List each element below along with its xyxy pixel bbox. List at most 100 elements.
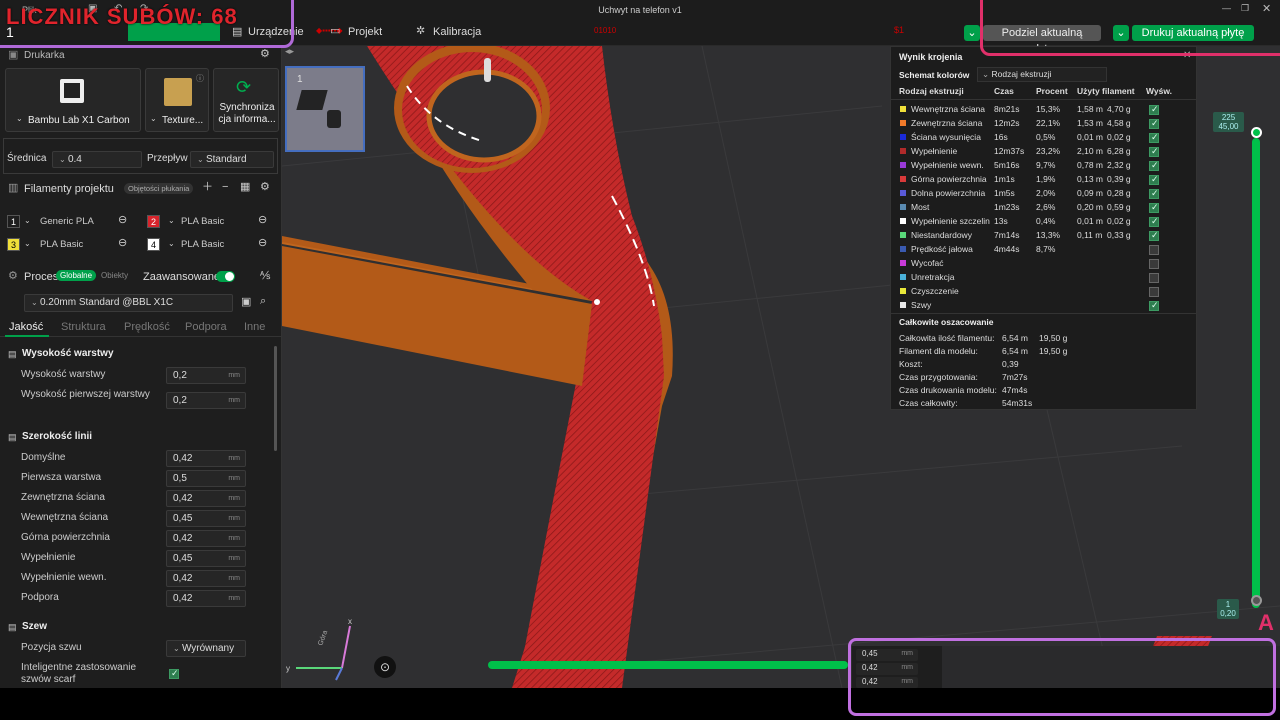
- line-width-first-layer-input[interactable]: 0,5 mm: [166, 470, 246, 487]
- visibility-checkbox[interactable]: [1149, 230, 1159, 241]
- visibility-checkbox[interactable]: [1149, 118, 1159, 129]
- tab-calibration[interactable]: Kalibracja: [433, 26, 481, 38]
- layer-slider-bottom-handle[interactable]: [1251, 595, 1262, 606]
- visibility-checkbox[interactable]: [1149, 287, 1159, 297]
- filament-num-4: 4: [147, 238, 160, 251]
- smart-scarf-checkbox[interactable]: [169, 668, 179, 679]
- camera-fit-icon[interactable]: ⊙: [374, 656, 396, 678]
- filament-name-2[interactable]: PLA Basic: [181, 216, 224, 227]
- tab-global[interactable]: Globalne: [56, 270, 97, 281]
- filament-settings-icon[interactable]: ⊖: [258, 215, 267, 226]
- tab-speed[interactable]: Prędkość: [124, 321, 170, 333]
- line-width-inner-wall-input[interactable]: 0,45 mm: [166, 510, 246, 527]
- move-slider-track[interactable]: [488, 661, 848, 669]
- color-scheme-select[interactable]: ⌄ Rodzaj ekstruzji: [977, 67, 1107, 82]
- visibility-checkbox[interactable]: [1149, 132, 1159, 143]
- flow-select[interactable]: ⌄ Standard: [190, 151, 274, 168]
- tab-objects[interactable]: Obiekty: [101, 271, 128, 280]
- slice-cell-wt: 0,59 g: [1107, 202, 1131, 212]
- add-icon[interactable]: ＋: [202, 182, 213, 193]
- slice-cell-time: 16s: [994, 132, 1008, 142]
- settings-icon[interactable]: ⚙: [260, 182, 270, 193]
- slice-cell-time: 5m16s: [994, 160, 1020, 170]
- process-icon: ⚙: [8, 270, 18, 282]
- visibility-checkbox[interactable]: [1149, 216, 1159, 227]
- line-width-default-input[interactable]: 0,42 mm: [166, 450, 246, 467]
- line-width-first-layer-label: Pierwsza warstwa: [21, 472, 102, 483]
- line-width-support-input[interactable]: 0,42 mm: [166, 590, 246, 607]
- layer-slider-track[interactable]: [1252, 138, 1260, 608]
- slice-cell-wt: 4,58 g: [1107, 118, 1131, 128]
- filament-settings-icon[interactable]: ⊖: [258, 238, 267, 249]
- tab-support[interactable]: Podpora: [185, 321, 227, 333]
- visibility-checkbox[interactable]: [1149, 259, 1159, 269]
- slice-cell-pct: 9,7%: [1036, 160, 1056, 170]
- nozzle-box: Średnica ⌄ 0.4 Przepływ ⌄ Standard: [3, 138, 278, 174]
- plate-thumbnail[interactable]: 1: [285, 66, 365, 152]
- visibility-checkbox[interactable]: [1149, 300, 1159, 311]
- tab-project[interactable]: Projekt: [348, 26, 382, 38]
- line-width-section: Szerokość linii: [22, 431, 93, 442]
- visibility-checkbox[interactable]: [1149, 160, 1159, 171]
- compare-icon[interactable]: ⅍: [260, 271, 270, 282]
- settings-icon[interactable]: ⚙: [260, 49, 270, 60]
- filament-settings-icon[interactable]: ⊖: [118, 238, 127, 249]
- line-width-top-surface-input[interactable]: 0,42 mm: [166, 530, 246, 547]
- divider: [891, 313, 1196, 314]
- sync-label: Synchroniza cja informa...: [218, 102, 276, 125]
- visibility-checkbox[interactable]: [1149, 245, 1159, 255]
- slice-result-title: Wynik krojenia: [899, 52, 963, 62]
- tab-structure[interactable]: Struktura: [61, 321, 106, 333]
- remove-icon[interactable]: −: [222, 182, 228, 193]
- slice-cell-time: 12m2s: [994, 118, 1020, 128]
- slice-cell-len: 0,78 m: [1077, 160, 1103, 170]
- search-icon[interactable]: ⌕: [260, 296, 266, 307]
- slice-cell-name: Ściana wysunięcia: [911, 132, 981, 142]
- diameter-label: Średnica: [7, 153, 47, 164]
- seam-position-select[interactable]: ⌄ Wyrównany: [166, 640, 246, 657]
- tab-quality[interactable]: Jakość: [9, 321, 43, 333]
- layer-height-input[interactable]: 0,2 mm: [166, 367, 246, 384]
- flush-volumes-button[interactable]: Objętości płukania: [124, 183, 194, 194]
- line-width-outer-wall-input[interactable]: 0,42 mm: [166, 490, 246, 507]
- color-swatch: [900, 274, 906, 280]
- profile-select[interactable]: ⌄ 0.20mm Standard @BBL X1C: [24, 294, 233, 312]
- line-width-infill-input[interactable]: 0,45 mm: [166, 550, 246, 567]
- filament-name-1[interactable]: Generic PLA: [40, 216, 94, 227]
- line-width-internal-infill-input[interactable]: 0,42 mm: [166, 570, 246, 587]
- scrollbar[interactable]: [274, 346, 277, 451]
- chevron-down-icon[interactable]: ⌄: [168, 216, 175, 225]
- chevron-down-icon[interactable]: ⌄: [168, 239, 175, 248]
- line-width-support-label: Podpora: [21, 592, 59, 603]
- diameter-value: 0.4: [67, 154, 82, 165]
- visibility-checkbox[interactable]: [1149, 202, 1159, 213]
- total-label: Filament dla modelu:: [899, 346, 978, 356]
- sync-button[interactable]: ⟳ Synchroniza cja informa...: [213, 68, 279, 132]
- diameter-select[interactable]: ⌄ 0.4: [52, 151, 142, 168]
- first-layer-height-input[interactable]: 0,2 mm: [166, 392, 246, 409]
- filament-name-3[interactable]: PLA Basic: [40, 239, 83, 250]
- visibility-checkbox[interactable]: [1149, 146, 1159, 157]
- printer-card[interactable]: ⌄ Bambu Lab X1 Carbon: [5, 68, 141, 132]
- slice-cell-pct: 2,0%: [1036, 188, 1056, 198]
- total-label: Czas drukowania modelu:: [899, 385, 997, 395]
- layer-slider-top-handle[interactable]: [1251, 127, 1262, 138]
- slice-options-chevron-icon[interactable]: ⌄: [964, 25, 980, 41]
- visibility-checkbox[interactable]: [1149, 174, 1159, 185]
- visibility-checkbox[interactable]: [1149, 188, 1159, 199]
- overlay-frame: [980, 0, 1280, 56]
- visibility-checkbox[interactable]: [1149, 104, 1159, 115]
- advanced-toggle[interactable]: [216, 271, 235, 282]
- filament-name-4[interactable]: PLA Basic: [181, 239, 224, 250]
- slice-cell-name: Dolna powierzchnia: [911, 188, 986, 198]
- chevron-down-icon[interactable]: ⌄: [24, 216, 31, 225]
- chevron-down-icon[interactable]: ⌄: [24, 239, 31, 248]
- slice-table-row: Unretrakcja: [891, 271, 1196, 285]
- filament-settings-icon[interactable]: ⊖: [118, 215, 127, 226]
- info-icon[interactable]: ⓘ: [196, 73, 204, 84]
- tab-other[interactable]: Inne: [244, 321, 265, 333]
- save-profile-icon[interactable]: ▣: [241, 297, 251, 308]
- sync-filament-icon[interactable]: ▦: [240, 182, 250, 193]
- plate-card[interactable]: ⓘ ⌄ Texture...: [145, 68, 209, 132]
- visibility-checkbox[interactable]: [1149, 273, 1159, 283]
